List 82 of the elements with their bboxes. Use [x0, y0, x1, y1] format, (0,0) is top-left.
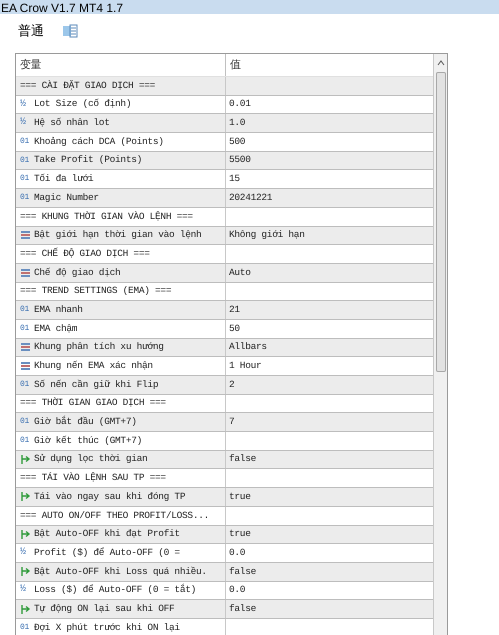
parameter-name: Tự động ON lại sau khi OFF: [34, 602, 174, 616]
parameter-value[interactable]: false: [229, 452, 256, 467]
parameter-value[interactable]: true: [229, 490, 251, 504]
parameter-name: === CHẾ ĐỘ GIAO DỊCH ===: [20, 246, 150, 261]
scrollbar[interactable]: [433, 54, 447, 635]
parameter-name: Khoảng cách DCA (Points): [34, 134, 164, 149]
parameter-name: === THỜI GIAN GIAO DỊCH ===: [20, 396, 166, 410]
parameter-value[interactable]: 5500: [229, 153, 251, 168]
parameter-name: Take Profit (Points): [34, 153, 142, 168]
flag-arrow-icon: [20, 528, 31, 540]
parameter-name: Bật giới hạn thời gian vào lệnh: [34, 228, 202, 242]
parameter-value[interactable]: 500: [229, 134, 246, 150]
parameter-name: === AUTO ON/OFF THEO PROFIT/LOSS...: [20, 508, 210, 523]
scroll-up-icon[interactable]: [436, 60, 444, 66]
parameter-name: === TREND SETTINGS (EMA) ===: [20, 284, 172, 298]
parameter-name: Tối đa lưới: [34, 172, 94, 186]
parameter-name: Khung nến EMA xác nhận: [34, 359, 153, 374]
number-icon: 01: [20, 418, 32, 426]
parameter-value[interactable]: 1 Hour: [229, 359, 262, 374]
parameter-value[interactable]: 2: [229, 378, 234, 392]
parameter-name: Magic Number: [34, 190, 99, 205]
flag-arrow-icon: [20, 604, 31, 615]
parameter-name: EMA nhanh: [34, 302, 83, 317]
parameter-value[interactable]: true: [229, 527, 251, 542]
parameter-value[interactable]: false: [229, 602, 256, 616]
column-header: 变量: [16, 54, 226, 76]
parameter-value[interactable]: 21: [229, 302, 240, 318]
parameter-value[interactable]: Không giới hạn: [229, 228, 305, 242]
parameter-name: === KHUNG THỜI GIAN VÀO LỆNH ===: [20, 210, 193, 224]
parameter-name: Chế độ giao dịch: [34, 266, 120, 280]
parameter-name: Đợi X phút trước khi ON lại: [34, 620, 180, 635]
scroll-thumb[interactable]: [436, 72, 446, 372]
parameter-value[interactable]: Auto: [229, 266, 251, 280]
window-title: EA Crow V1.7 MT4 1.7: [1, 2, 124, 14]
column-header: 值: [229, 58, 242, 74]
number-icon: 01: [20, 175, 32, 184]
number-icon: 01: [20, 194, 32, 202]
parameter-name: Khung phân tích xu hướng: [34, 340, 164, 354]
parameter-name: Hệ số nhân lot: [34, 116, 110, 130]
parameter-name: Sử dụng lọc thời gian: [34, 452, 148, 466]
parameter-name: Loss ($) để Auto-OFF (0 = tắt): [34, 583, 196, 598]
parameter-value[interactable]: 0.01: [229, 97, 251, 112]
list-icon: [20, 342, 31, 352]
tab[interactable]: 普通: [18, 21, 44, 41]
parameter-name: Bật Auto-OFF khi Loss quá nhiều.: [34, 564, 207, 579]
parameter-value[interactable]: 15: [229, 172, 240, 186]
parameter-value[interactable]: 0.0: [229, 583, 246, 598]
list-icon: [20, 230, 31, 240]
parameter-name: Tái vào ngay sau khi đóng TP: [34, 490, 186, 504]
flag-arrow-icon: [20, 491, 31, 502]
parameter-value[interactable]: 50: [229, 322, 240, 336]
flag-arrow-icon: [20, 454, 31, 466]
number-icon: 01: [20, 156, 32, 165]
flag-arrow-icon: [20, 566, 31, 578]
parameter-name: Bật Auto-OFF khi đạt Profit: [34, 527, 180, 542]
list-icon: [20, 361, 31, 372]
number-icon: 01: [20, 436, 32, 445]
parameter-name: Giờ kết thúc (GMT+7): [34, 434, 142, 448]
parameter-value[interactable]: 0.0: [229, 546, 246, 560]
parameter-name: === TÁI VÀO LỆNH SAU TP ===: [20, 471, 166, 486]
parameter-value[interactable]: false: [229, 564, 256, 579]
number-icon: 01: [20, 138, 32, 146]
fraction-icon: ½: [20, 100, 32, 110]
parameter-value[interactable]: 20241221: [229, 190, 272, 206]
number-icon: 01: [20, 306, 32, 314]
number-icon: 01: [20, 380, 32, 389]
parameter-value[interactable]: Allbars: [229, 340, 267, 355]
parameter-value[interactable]: 1.0: [229, 116, 246, 130]
parameter-name: Lot Size (cố định): [34, 97, 132, 112]
parameter-name: Profit ($) để Auto-OFF (0 =: [34, 546, 180, 560]
parameter-name: === CÀI ĐẶT GIAO DỊCH ===: [20, 78, 156, 93]
list-icon: [20, 268, 31, 278]
fraction-icon: ½: [20, 548, 32, 558]
parameter-name: Giờ bắt đầu (GMT+7): [34, 415, 137, 430]
number-icon: 01: [20, 624, 32, 632]
parameter-name: EMA chậm: [34, 322, 78, 336]
parameter-name: Số nến cần giữ khi Flip: [34, 378, 158, 392]
number-icon: 01: [20, 324, 32, 333]
parameter-value[interactable]: 7: [229, 415, 234, 430]
fraction-icon: ½: [20, 118, 32, 128]
tab-icon[interactable]: [60, 22, 80, 40]
fraction-icon: ½: [20, 585, 32, 596]
